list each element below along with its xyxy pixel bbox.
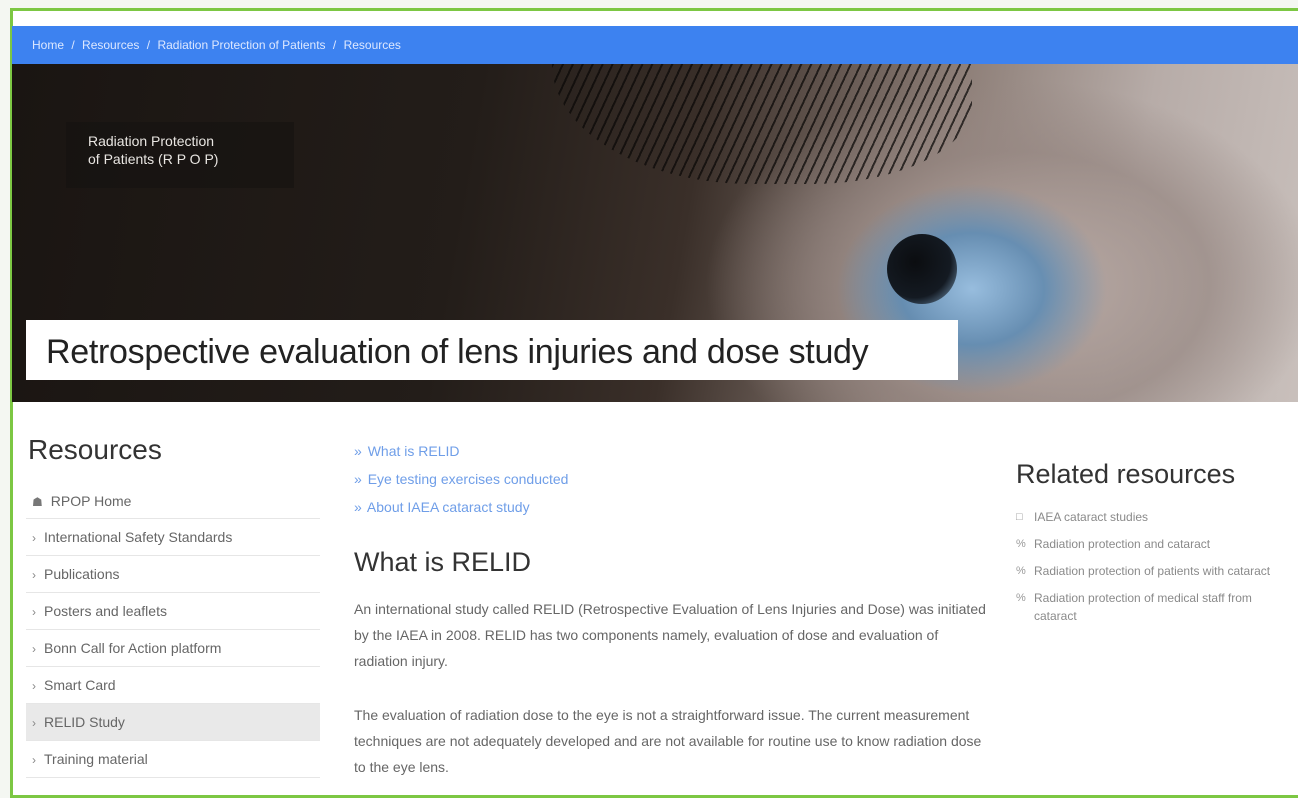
chevron-right-icon: › <box>32 679 36 693</box>
home-icon: ☗ <box>32 495 43 509</box>
toc-link-about-iaea-cataract-study[interactable]: » About IAEA cataract study <box>354 493 568 521</box>
toc-link-what-is-relid[interactable]: » What is RELID <box>354 437 568 465</box>
breadcrumb-radiation-protection-of-patients[interactable]: Radiation Protection of Patients <box>157 38 325 52</box>
breadcrumb-separator: / <box>71 38 75 52</box>
sidebar-item-label: Publications <box>44 566 120 582</box>
sidebar-item-publications[interactable]: › Publications <box>26 556 320 593</box>
toc-link-label: What is RELID <box>367 443 460 459</box>
sidebar-item-international-safety-standards[interactable]: › International Safety Standards <box>26 519 320 556</box>
sidebar-title: Resources <box>28 434 162 465</box>
sidebar-item-label: Posters and leaflets <box>44 603 167 619</box>
body-paragraph: The evaluation of radiation dose to the … <box>354 707 982 775</box>
chevron-right-icon: › <box>32 531 36 545</box>
breadcrumb-resources[interactable]: Resources <box>82 38 139 52</box>
rpop-badge[interactable]: Radiation Protection of Patients (R P O … <box>66 122 294 188</box>
rpop-badge-line1: Radiation Protection <box>88 133 215 149</box>
related-item-label: Radiation protection of medical staff fr… <box>1034 591 1252 623</box>
sidebar-item-training-material[interactable]: › Training material <box>26 741 320 778</box>
toc-link-label: About IAEA cataract study <box>366 499 530 515</box>
related-item-radiation-protection-of-patients[interactable]: % Radiation protection of patients with c… <box>1014 562 1294 580</box>
toc-bullet: » <box>354 499 362 515</box>
chevron-right-icon: › <box>32 642 36 656</box>
sidebar-item-label: Smart Card <box>44 677 116 693</box>
sidebar-item-label: International Safety Standards <box>44 529 233 545</box>
sidebar-item-label: RELID Study <box>44 714 125 730</box>
related-item-label: IAEA cataract studies <box>1034 510 1149 524</box>
toc-bullet: » <box>354 443 362 459</box>
related-item-label: Radiation protection and cataract <box>1034 537 1211 551</box>
related-item-radiation-protection-of-medical-staff[interactable]: % Radiation protection of medical staff f… <box>1014 589 1294 625</box>
related-resources-list: □ IAEA cataract studies % Radiation protec… <box>1014 508 1294 634</box>
breadcrumb-separator: / <box>146 38 151 52</box>
related-item-iaea-cataract-studies[interactable]: □ IAEA cataract studies <box>1014 508 1294 526</box>
sidebar-item-posters-and-leaflets[interactable]: › Posters and leaflets <box>26 593 320 630</box>
chevron-right-icon: › <box>32 753 36 767</box>
related-item-radiation-protection-and-cataract[interactable]: % Radiation protection and cataract <box>1014 535 1294 553</box>
page-title: Retrospective evaluation of lens injurie… <box>46 333 869 371</box>
sidebar-item-relid-study[interactable]: › RELID Study <box>26 704 320 741</box>
related-item-label: Radiation protection of patients with ca… <box>1034 564 1271 578</box>
breadcrumb-separator: / <box>332 38 337 52</box>
link-icon: % <box>1016 592 1026 604</box>
body-paragraph: An international study called RELID (Ret… <box>354 601 986 669</box>
sidebar-item-rpop-home[interactable]: ☗ RPOP Home <box>26 483 320 519</box>
related-resources-title: Related resources <box>1016 459 1236 489</box>
document-icon: □ <box>1016 511 1023 523</box>
pupil <box>887 234 957 304</box>
page-toc: » What is RELID » Eye testing exercises … <box>354 437 568 521</box>
sidebar-item-label: Bonn Call for Action platform <box>44 640 222 656</box>
rpop-badge-line2: of Patients (R P O P) <box>88 151 219 167</box>
chevron-right-icon: › <box>32 568 36 582</box>
sidebar-nav: ☗ RPOP Home › International Safety Standar… <box>26 483 320 778</box>
chevron-right-icon: › <box>32 605 36 619</box>
toc-bullet: » <box>354 471 362 487</box>
breadcrumb-current: Resources <box>343 38 401 52</box>
sidebar-item-label: RPOP Home <box>50 493 132 509</box>
sidebar-item-bonn-call-for-action[interactable]: › Bonn Call for Action platform <box>26 630 320 667</box>
chevron-right-icon: › <box>32 716 36 730</box>
sidebar-item-smart-card[interactable]: › Smart Card <box>26 667 320 704</box>
eyelashes <box>552 64 972 184</box>
breadcrumb-home[interactable]: Home <box>32 38 64 52</box>
section-heading: What is RELID <box>354 547 532 577</box>
toc-link-label: Eye testing exercises conducted <box>367 471 569 487</box>
sidebar-item-label: Training material <box>44 751 148 767</box>
breadcrumb: Home / Resources / Radiation Protection … <box>12 26 1298 64</box>
toc-link-eye-testing-exercises[interactable]: » Eye testing exercises conducted <box>354 465 568 493</box>
link-icon: % <box>1016 565 1026 577</box>
link-icon: % <box>1016 538 1026 550</box>
